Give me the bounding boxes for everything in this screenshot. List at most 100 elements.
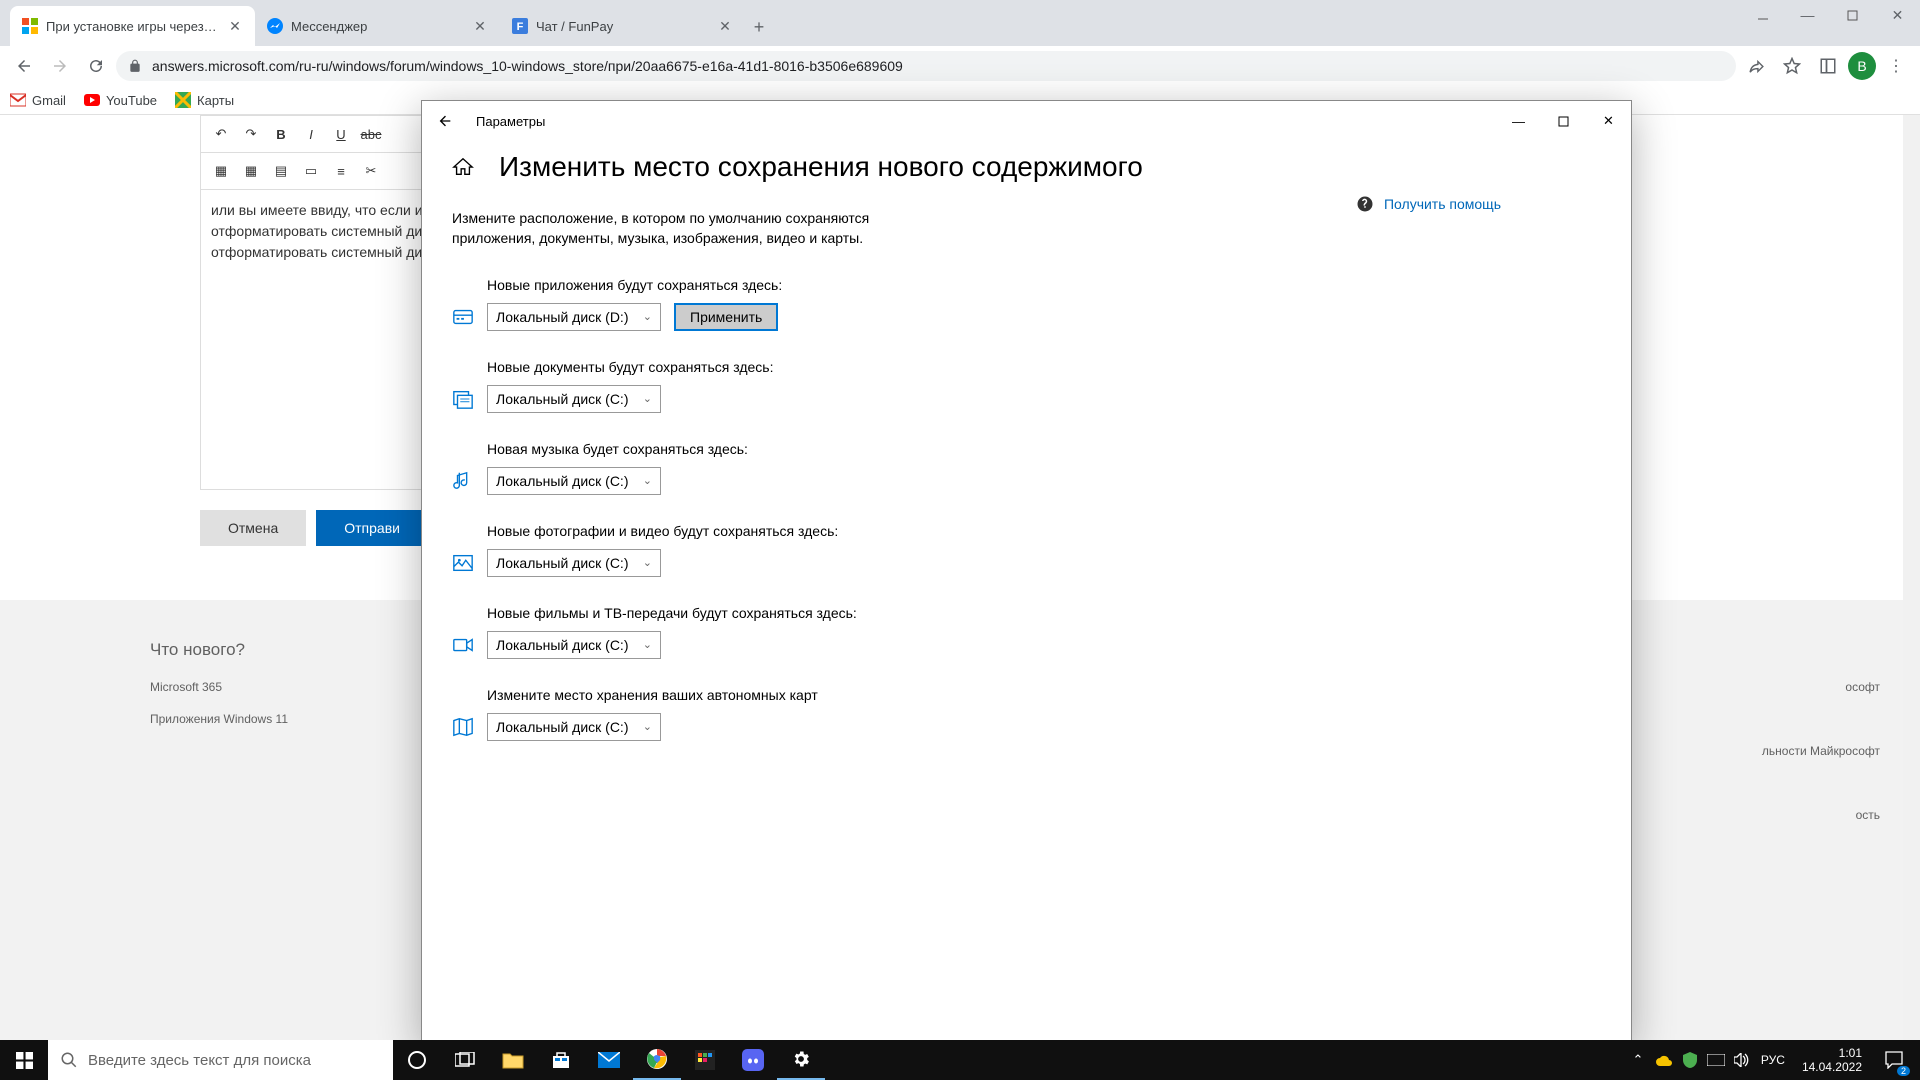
storage-setting-block: Новые фотографии и видео будут сохранять… (452, 523, 1601, 577)
tab-close-icon[interactable]: ✕ (472, 18, 488, 34)
cube-icon[interactable] (681, 1040, 729, 1080)
svg-text:F: F (517, 21, 524, 33)
settings-window-title: Параметры (476, 114, 545, 129)
apply-button[interactable]: Применить (674, 303, 778, 331)
italic-button[interactable]: I (297, 122, 325, 146)
chevron-down-icon: ⌄ (643, 474, 652, 487)
disk-dropdown[interactable]: Локальный диск (C:) ⌄ (487, 549, 661, 577)
start-button[interactable] (0, 1040, 48, 1080)
forward-button[interactable] (44, 50, 76, 82)
discord-icon[interactable] (729, 1040, 777, 1080)
disk-dropdown[interactable]: Локальный диск (C:)⌄ (487, 713, 661, 741)
mail-icon[interactable] (585, 1040, 633, 1080)
setting-label: Новые фильмы и ТВ-передачи будут сохраня… (487, 605, 1601, 621)
tray-notifications-icon[interactable]: 2 (1874, 1040, 1914, 1080)
tray-clock[interactable]: 1:01 14.04.2022 (1792, 1046, 1872, 1075)
chrome-minimize-button[interactable]: — (1785, 0, 1830, 30)
home-icon[interactable] (452, 156, 474, 178)
strike-button[interactable]: abc (357, 122, 385, 146)
undo-icon[interactable]: ↶ (207, 122, 235, 146)
nav-bar: answers.microsoft.com/ru-ru/windows/foru… (0, 46, 1920, 86)
bold-button[interactable]: B (267, 122, 295, 146)
menu-icon[interactable]: ⋮ (1880, 50, 1912, 82)
tray-onedrive-icon[interactable] (1652, 1040, 1676, 1080)
bookmark-youtube[interactable]: YouTube (84, 92, 157, 108)
dropdown-value: Локальный диск (C:) (496, 391, 629, 407)
submit-button[interactable]: Отправи (316, 510, 428, 546)
redo-icon[interactable]: ↷ (237, 122, 265, 146)
extensions-icon[interactable] (1812, 50, 1844, 82)
gmail-icon (10, 92, 26, 108)
setting-icon (452, 634, 474, 656)
chevron-down-icon: ⌄ (643, 310, 652, 323)
messenger-favicon (267, 18, 283, 34)
profile-avatar[interactable]: В (1848, 52, 1876, 80)
toolbar-icon[interactable]: ▭ (297, 159, 325, 183)
get-help-link[interactable]: Получить помощь (1356, 195, 1501, 213)
tab-title: При установке игры через май (46, 19, 219, 34)
tray-volume-icon[interactable] (1730, 1040, 1754, 1080)
chrome-maximize-button[interactable] (1830, 0, 1875, 30)
cortana-icon[interactable] (393, 1040, 441, 1080)
storage-setting-block: Новая музыка будет сохраняться здесь:Лок… (452, 441, 1601, 495)
star-icon[interactable] (1776, 50, 1808, 82)
toolbar-icon[interactable]: ▦ (207, 159, 235, 183)
tray-keyboard-icon[interactable] (1704, 1040, 1728, 1080)
search-placeholder: Введите здесь текст для поиска (88, 1052, 311, 1069)
settings-close-button[interactable]: ✕ (1586, 106, 1631, 136)
chrome-icon[interactable] (633, 1040, 681, 1080)
settings-minimize-button[interactable]: — (1496, 106, 1541, 136)
setting-icon (452, 552, 474, 574)
page-scrollbar[interactable] (1903, 115, 1920, 1040)
disk-dropdown[interactable]: Локальный диск (D:)⌄ (487, 303, 661, 331)
explorer-icon[interactable] (489, 1040, 537, 1080)
footer-link[interactable]: ость (1762, 808, 1880, 822)
reload-button[interactable] (80, 50, 112, 82)
chevron-down-icon: ⌄ (643, 556, 652, 569)
bookmark-maps[interactable]: Карты (175, 92, 234, 108)
toolbar-icon[interactable]: ≡ (327, 159, 355, 183)
settings-titlebar[interactable]: Параметры — ✕ (422, 101, 1631, 141)
address-bar[interactable]: answers.microsoft.com/ru-ru/windows/foru… (116, 51, 1736, 81)
tab-strip: При установке игры через май ✕ Мессендже… (0, 0, 1920, 46)
footer-link[interactable]: льности Майкрософт (1762, 744, 1880, 758)
disk-dropdown[interactable]: Локальный диск (C:) ⌄ (487, 467, 661, 495)
new-tab-button[interactable]: + (745, 13, 773, 41)
store-icon[interactable] (537, 1040, 585, 1080)
chrome-minimize-icon[interactable] (1740, 0, 1785, 30)
storage-setting-block: Новые документы будут сохраняться здесь:… (452, 359, 1601, 413)
dropdown-value: Локальный диск (C:) (496, 473, 629, 489)
footer-link[interactable]: ософт (1762, 680, 1880, 694)
tray-chevron-icon[interactable]: ⌃ (1626, 1040, 1650, 1080)
toolbar-icon[interactable]: ✂ (357, 159, 385, 183)
chrome-close-button[interactable]: ✕ (1875, 0, 1920, 30)
browser-tab-0[interactable]: При установке игры через май ✕ (10, 6, 255, 46)
settings-maximize-button[interactable] (1541, 106, 1586, 136)
ms-favicon (22, 18, 38, 34)
tab-close-icon[interactable]: ✕ (227, 18, 243, 34)
back-button[interactable] (8, 50, 40, 82)
disk-dropdown[interactable]: Локальный диск (C:)⌄ (487, 385, 661, 413)
back-arrow-icon[interactable] (434, 110, 456, 132)
share-icon[interactable] (1740, 50, 1772, 82)
taskbar-search[interactable]: Введите здесь текст для поиска (48, 1040, 393, 1080)
toolbar-icon[interactable]: ▦ (237, 159, 265, 183)
youtube-icon (84, 92, 100, 108)
taskview-icon[interactable] (441, 1040, 489, 1080)
settings-body: Изменить место сохранения нового содержи… (422, 141, 1631, 1043)
cancel-button[interactable]: Отмена (200, 510, 306, 546)
tab-close-icon[interactable]: ✕ (717, 18, 733, 34)
setting-label: Новые документы будут сохраняться здесь: (487, 359, 1601, 375)
storage-setting-block: Измените место хранения ваших автономных… (452, 687, 1601, 741)
browser-tab-2[interactable]: F Чат / FunPay ✕ (500, 6, 745, 46)
underline-button[interactable]: U (327, 122, 355, 146)
tray-language[interactable]: РУС (1756, 1040, 1790, 1080)
disk-dropdown[interactable]: Локальный диск (C:)⌄ (487, 631, 661, 659)
toolbar-icon[interactable]: ▤ (267, 159, 295, 183)
bookmark-gmail[interactable]: Gmail (10, 92, 66, 108)
settings-taskbar-icon[interactable] (777, 1040, 825, 1080)
dropdown-value: Локальный диск (C:) (496, 555, 629, 571)
tray-security-icon[interactable] (1678, 1040, 1702, 1080)
browser-tab-1[interactable]: Мессенджер ✕ (255, 6, 500, 46)
setting-label: Новые приложения будут сохраняться здесь… (487, 277, 1601, 293)
